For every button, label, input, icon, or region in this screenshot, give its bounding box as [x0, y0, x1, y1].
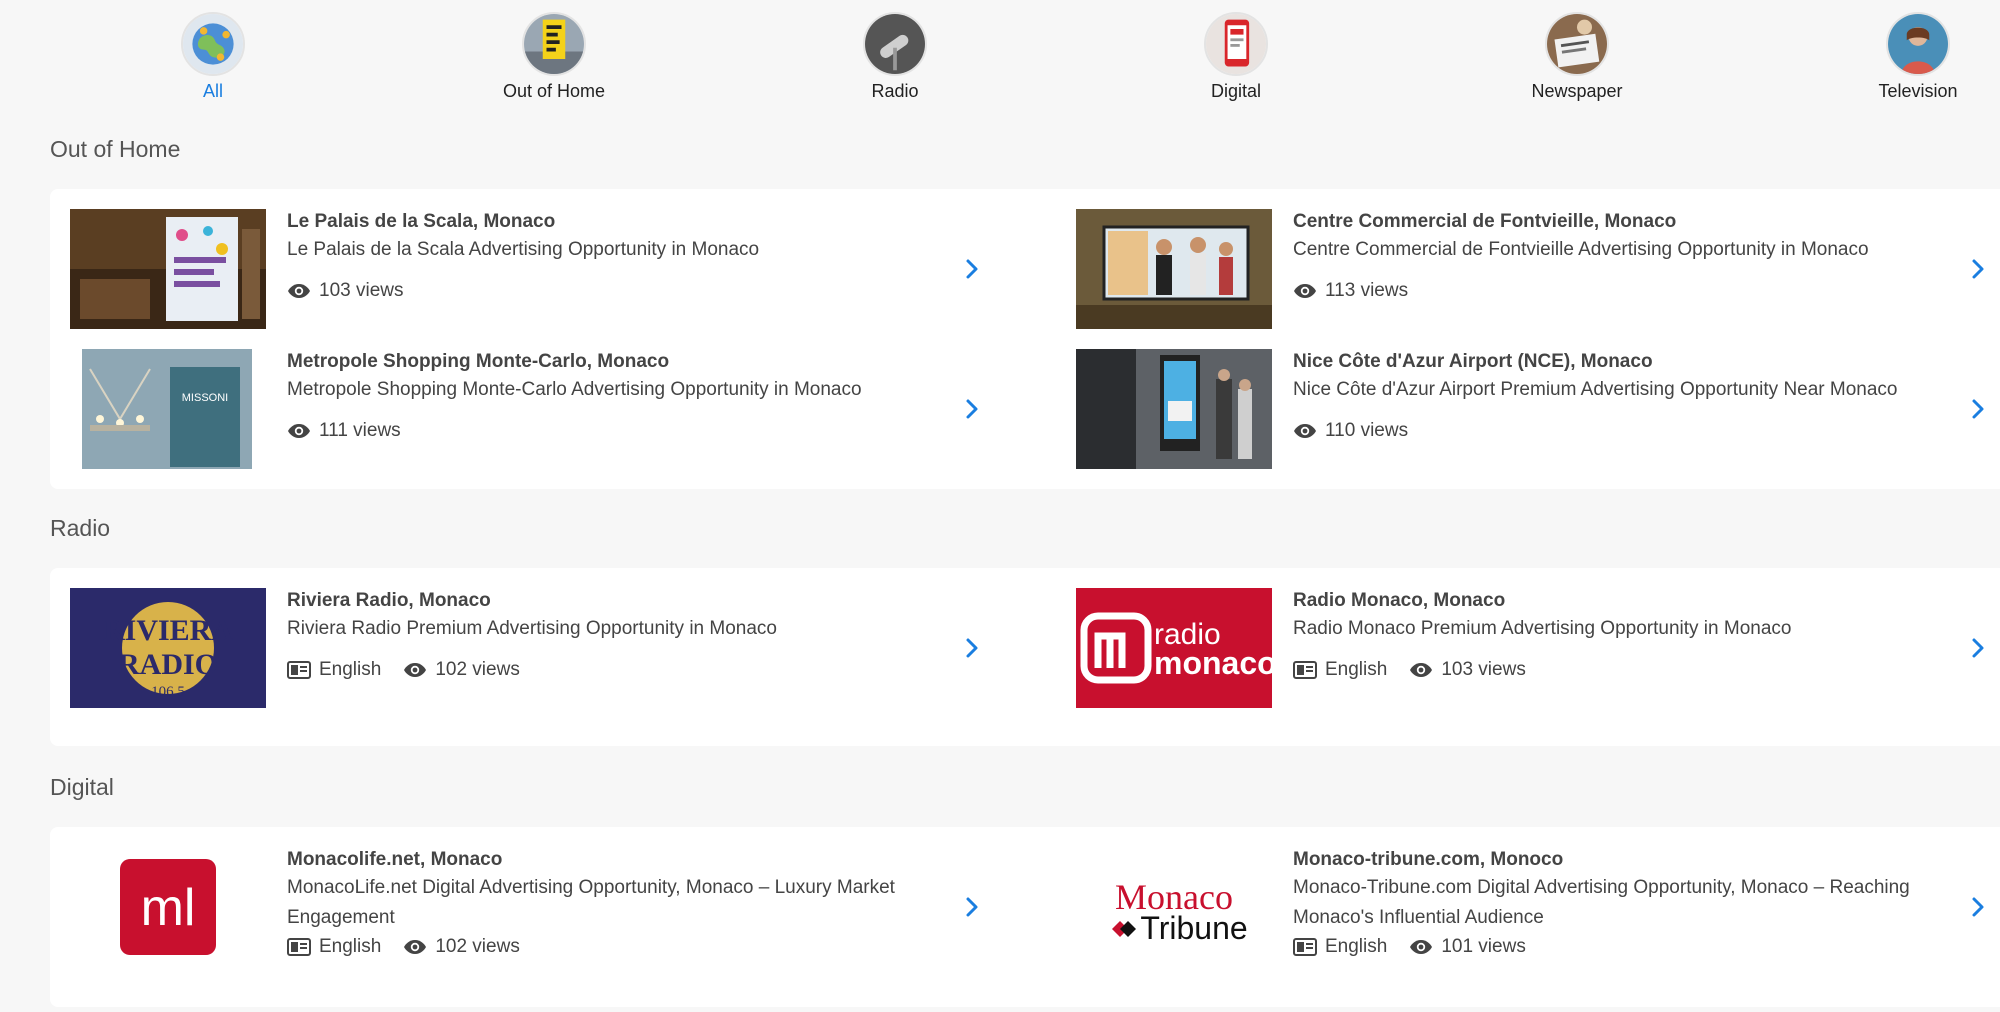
out-of-home-card: Le Palais de la Scala, Monaco Le Palais … — [50, 189, 2000, 489]
chevron-right-icon[interactable] — [960, 895, 984, 919]
section-title-out-of-home: Out of Home — [50, 136, 181, 162]
category-digital[interactable]: Digital — [1156, 12, 1316, 102]
listing-title[interactable]: Riviera Radio, Monaco — [287, 588, 947, 614]
radio-card: RIVIERA RADIO 106.5 Riviera Radio, Monaco … — [50, 568, 2000, 746]
listing-title[interactable]: Monaco-tribune.com, Monoco — [1293, 847, 1953, 873]
listing-image — [70, 209, 266, 329]
category-all[interactable]: All — [133, 12, 293, 102]
billboard-icon — [522, 12, 586, 76]
chevron-right-icon[interactable] — [1966, 895, 1990, 919]
monacolife-logo: ml — [70, 847, 266, 967]
language-label: English — [319, 659, 382, 680]
category-label: Digital — [1210, 81, 1262, 101]
category-newspaper[interactable]: Newspaper — [1497, 12, 1657, 102]
listing-item[interactable]: MISSONI Metropole Shopping Monte-Carlo, … — [50, 349, 1050, 469]
listing-item[interactable]: radio monaco Radio Monaco, Monaco Radio M… — [1056, 588, 2000, 708]
eye-icon — [1410, 940, 1433, 954]
category-television[interactable]: Television — [1838, 12, 1998, 102]
listing-title[interactable]: Le Palais de la Scala, Monaco — [287, 209, 947, 235]
listing-description: Radio Monaco Premium Advertising Opportu… — [1293, 618, 1792, 639]
views-count: 111 views — [319, 420, 401, 441]
language-icon — [287, 938, 311, 956]
svg-text:MISSONI: MISSONI — [182, 392, 228, 404]
listing-title[interactable]: Monacolife.net, Monaco — [287, 847, 947, 873]
listing-item[interactable]: Centre Commercial de Fontvieille, Monaco… — [1056, 209, 2000, 329]
category-radio[interactable]: Radio — [815, 12, 975, 102]
listing-item[interactable]: Nice Côte d'Azur Airport (NCE), Monaco N… — [1056, 349, 2000, 469]
chevron-right-icon[interactable] — [1966, 257, 1990, 281]
listing-image — [1076, 209, 1272, 329]
logo-line-2: monaco — [1154, 645, 1272, 681]
listing-image: MISSONI — [70, 349, 266, 469]
listing-title[interactable]: Nice Côte d'Azur Airport (NCE), Monaco — [1293, 349, 1953, 375]
listing-description: Metropole Shopping Monte-Carlo Advertisi… — [287, 379, 862, 400]
category-label: Television — [1878, 81, 1958, 101]
language-label: English — [319, 936, 382, 957]
listing-item[interactable]: RIVIERA RADIO 106.5 Riviera Radio, Monaco … — [50, 588, 1050, 708]
listing-description: Centre Commercial de Fontvieille Adverti… — [1293, 239, 1869, 260]
listing-title[interactable]: Radio Monaco, Monaco — [1293, 588, 1953, 614]
eye-icon — [1410, 663, 1433, 677]
chevron-right-icon[interactable] — [960, 636, 984, 660]
section-title-radio: Radio — [50, 515, 111, 541]
views-count: 102 views — [435, 659, 520, 680]
logo-frequency: 106.5 — [151, 684, 185, 700]
listing-description: Le Palais de la Scala Advertising Opport… — [287, 239, 760, 260]
monaco-tribune-logo: Monaco Tribune — [1076, 847, 1272, 967]
category-label: All — [202, 81, 223, 101]
listing-description: Riviera Radio Premium Advertising Opport… — [287, 618, 777, 639]
logo-text: ml — [141, 879, 196, 937]
category-label: Radio — [871, 81, 919, 101]
globe-icon — [181, 12, 245, 76]
chevron-right-icon[interactable] — [1966, 397, 1990, 421]
views-count: 101 views — [1441, 936, 1526, 957]
television-presenter-icon — [1886, 12, 1950, 76]
listing-description: Nice Côte d'Azur Airport Premium Adverti… — [1293, 379, 1898, 400]
views-count: 110 views — [1325, 420, 1409, 441]
listing-item[interactable]: Le Palais de la Scala, Monaco Le Palais … — [50, 209, 1050, 329]
language-icon — [1293, 661, 1317, 679]
language-label: English — [1325, 659, 1388, 680]
language-icon — [1293, 938, 1317, 956]
language-icon — [287, 661, 311, 679]
chevron-right-icon[interactable] — [1966, 636, 1990, 660]
views-count: 103 views — [1441, 659, 1526, 680]
listing-item[interactable]: Monaco Tribune Monaco-tribune.com, Monoco… — [1056, 847, 2000, 967]
views-count: 102 views — [435, 936, 520, 957]
eye-icon — [404, 663, 427, 677]
category-label: Newspaper — [1531, 81, 1623, 101]
eye-icon — [288, 284, 310, 298]
newspaper-icon — [1545, 12, 1609, 76]
language-label: English — [1325, 936, 1388, 957]
views-count: 113 views — [1325, 280, 1409, 301]
listing-item[interactable]: ml Monacolife.net, Monaco MonacoLife.net… — [50, 847, 1050, 967]
digital-card: ml Monacolife.net, Monaco MonacoLife.net… — [50, 827, 2000, 1007]
listing-description: Monaco-Tribune.com Digital Advertising O… — [1293, 877, 1910, 928]
category-label: Out of Home — [502, 81, 606, 101]
category-filter: All Out of Home Radio Digital Newspaper … — [0, 12, 2000, 112]
chevron-right-icon[interactable] — [960, 397, 984, 421]
chevron-right-icon[interactable] — [960, 257, 984, 281]
riviera-radio-logo: RIVIERA RADIO 106.5 — [70, 588, 266, 708]
radio-monaco-logo: radio monaco — [1076, 588, 1272, 708]
logo-line-2: RADIO — [118, 648, 218, 681]
listing-title[interactable]: Metropole Shopping Monte-Carlo, Monaco — [287, 349, 947, 375]
eye-icon — [1294, 424, 1316, 438]
listing-image — [1076, 349, 1272, 469]
eye-icon — [288, 424, 310, 438]
listing-title[interactable]: Centre Commercial de Fontvieille, Monaco — [1293, 209, 1953, 235]
smartphone-icon — [1204, 12, 1268, 76]
eye-icon — [1294, 284, 1316, 298]
eye-icon — [404, 940, 427, 954]
section-title-digital: Digital — [50, 774, 114, 800]
category-out-of-home[interactable]: Out of Home — [474, 12, 634, 102]
views-count: 103 views — [319, 280, 404, 301]
listing-description: MonacoLife.net Digital Advertising Oppor… — [287, 877, 895, 928]
microphone-icon — [863, 12, 927, 76]
logo-line-2: Tribune — [1140, 910, 1247, 946]
logo-line-1: RIVIERA — [103, 614, 233, 647]
